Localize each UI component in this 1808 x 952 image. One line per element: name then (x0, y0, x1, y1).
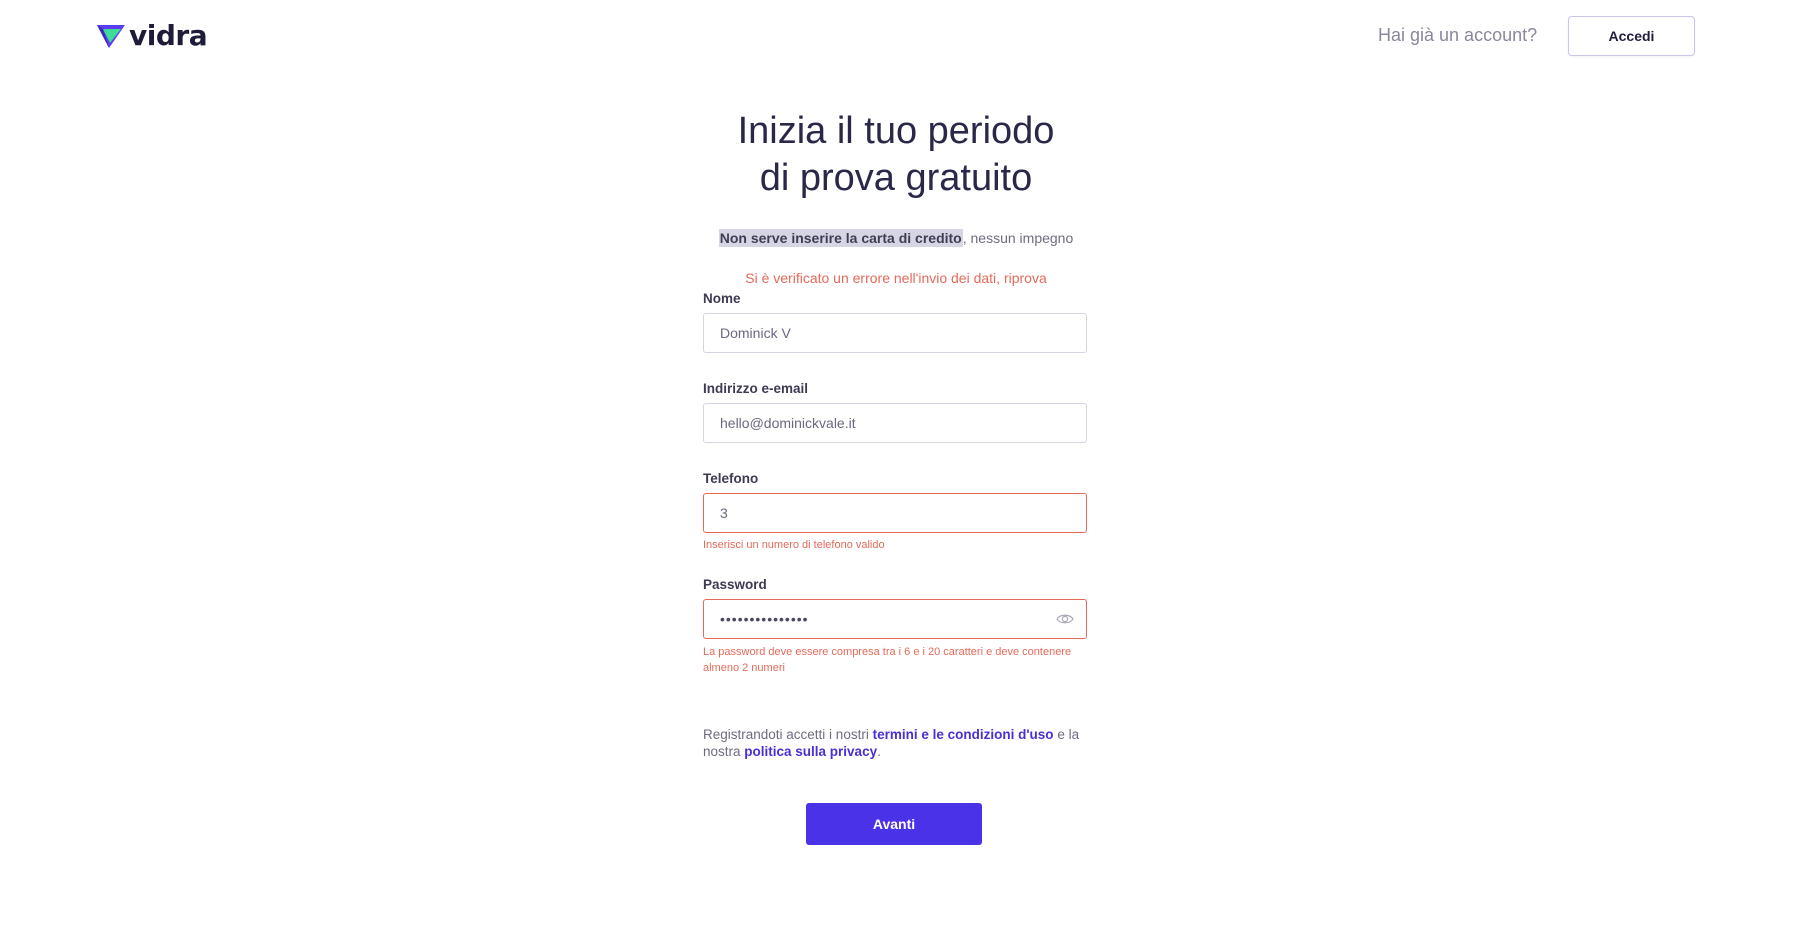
email-label: Indirizzo e-email (703, 381, 809, 396)
name-field-wrapper (703, 313, 1087, 353)
phone-error-message: Inserisci un numero di telefono valido (703, 539, 885, 551)
vidra-logo[interactable]: vidra (97, 19, 208, 53)
subtitle: Non serve inserire la carta di credito, … (0, 229, 1792, 247)
subtitle-highlight: Non serve inserire la carta di credito (718, 229, 963, 247)
vidra-triangle-logo-icon (97, 25, 125, 48)
password-field-wrapper (703, 599, 1087, 639)
privacy-link[interactable]: politica sulla privacy (744, 744, 877, 759)
terms-link[interactable]: termini e le condizioni d'uso (873, 727, 1054, 742)
have-account-text: Hai già un account? (1378, 25, 1538, 45)
terms-notice: Registrandoti accetti i nostri termini e… (703, 726, 1087, 760)
page-title-line-1: Inizia il tuo periodo (737, 110, 1055, 152)
terms-prefix: Registrandoti accetti i nostri (703, 727, 873, 742)
password-error-message: La password deve essere compresa tra i 6… (703, 646, 1072, 674)
name-label: Nome (703, 291, 741, 306)
global-error-message: Si è verificato un errore nell'invio dei… (745, 270, 1047, 286)
email-input[interactable] (704, 404, 1086, 442)
email-field-wrapper (703, 403, 1087, 443)
login-button[interactable]: Accedi (1568, 16, 1695, 56)
terms-suffix: . (877, 744, 881, 759)
phone-label: Telefono (703, 471, 759, 486)
page-title: Inizia il tuo periodo di prova gratuito (0, 108, 1792, 202)
password-input[interactable] (704, 600, 1086, 638)
next-button[interactable]: Avanti (806, 803, 982, 845)
page-title-line-2: di prova gratuito (759, 157, 1033, 199)
phone-input[interactable] (704, 494, 1086, 532)
brand-name: vidra (129, 19, 208, 52)
subtitle-rest: , nessun impegno (962, 230, 1074, 246)
name-input[interactable] (704, 314, 1086, 352)
phone-field-wrapper (703, 493, 1087, 533)
eye-icon[interactable] (1056, 612, 1074, 626)
password-label: Password (703, 577, 767, 592)
